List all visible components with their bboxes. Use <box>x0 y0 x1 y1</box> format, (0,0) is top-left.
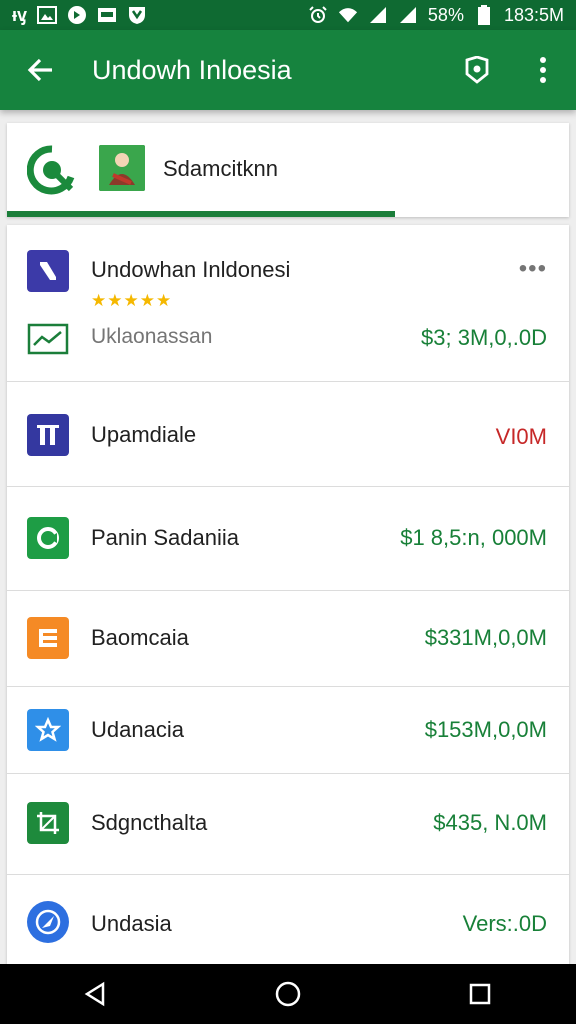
list-item-name: Panin Sadaniia <box>91 525 240 550</box>
pillars-icon <box>27 414 69 456</box>
circle-badge-icon <box>67 6 87 24</box>
app-bar: Undowh Inloesia <box>0 30 576 110</box>
more-options-button[interactable] <box>510 30 576 110</box>
search-header-card[interactable]: Sdamcitknn <box>7 123 569 217</box>
list-item-amount: $1 8,5:n, 000M <box>400 525 547 550</box>
results-list: Undowhan Inldonesi ••• ★★★★★ Uklaonassan… <box>7 225 569 965</box>
list-item[interactable]: Undasia Vers:.0D <box>7 875 569 965</box>
b-bars-icon <box>27 617 69 659</box>
shield-icon <box>127 6 147 24</box>
list-item-name: Baomcaia <box>91 625 189 650</box>
list-item-name: Undowhan Inldonesi <box>91 257 291 282</box>
nav-home-button[interactable] <box>248 964 328 1024</box>
signal-icon <box>368 6 388 24</box>
image-icon <box>37 6 58 24</box>
system-nav-bar <box>0 964 576 1024</box>
signal-icon-2 <box>398 6 418 24</box>
page-title: Undowh Inloesia <box>92 54 292 85</box>
compass-arrow-icon <box>27 901 69 943</box>
brand-n-icon <box>27 250 69 292</box>
battery-percent: 58% <box>427 4 464 25</box>
back-button[interactable] <box>0 30 80 110</box>
status-bar-right: 58% 183:5M <box>308 5 564 26</box>
search-logo-icon <box>26 145 77 195</box>
location-button[interactable] <box>444 30 510 110</box>
list-item-name: Udanacia <box>91 717 184 742</box>
status-bar: ᵻᶌ 58% 183:5M <box>0 0 576 30</box>
list-item[interactable]: Panin Sadaniia $1 8,5:n, 000M <box>7 487 569 591</box>
nav-recents-button[interactable] <box>440 964 520 1024</box>
recents-square-icon <box>469 983 491 1005</box>
list-item-amount: Vers:.0D <box>462 911 547 936</box>
clock: 183:5M <box>503 4 564 25</box>
mail-icon <box>97 6 117 24</box>
trend-chart-icon <box>27 318 69 360</box>
list-item-name: Sdgncthalta <box>91 810 208 835</box>
status-bar-left: ᵻᶌ <box>12 5 147 26</box>
battery-icon <box>474 5 494 25</box>
list-item-amount: $331M,0,0M <box>424 625 547 650</box>
progress-bar <box>7 211 569 217</box>
list-item-name: Upamdiale <box>91 422 197 447</box>
search-title: Sdamcitknn <box>163 156 278 181</box>
map-pin-icon <box>465 56 489 84</box>
list-item-name: Undasia <box>91 911 172 936</box>
list-item[interactable]: Baomcaia $331M,0,0M <box>7 591 569 687</box>
back-arrow-icon <box>27 58 52 82</box>
status-left-text: ᵻᶌ <box>12 4 28 25</box>
more-vert-icon <box>540 57 546 83</box>
nav-back-button[interactable] <box>56 964 136 1024</box>
list-item[interactable]: Sdgncthalta $435, N.0M <box>7 774 569 875</box>
home-circle-icon <box>275 981 301 1007</box>
alarm-icon <box>308 6 328 24</box>
back-triangle-icon <box>84 981 105 1007</box>
list-item-amount: $3; 3M,0,.0D <box>421 325 547 350</box>
thumbnail-image <box>99 145 145 191</box>
list-item[interactable]: Udanacia $153M,0,0M <box>7 687 569 774</box>
more-horiz-button[interactable]: ••• <box>519 255 547 283</box>
ring-icon <box>27 517 69 559</box>
list-item-amount: VI0M <box>495 424 547 449</box>
list-item-featured[interactable]: Undowhan Inldonesi ••• ★★★★★ Uklaonassan… <box>7 225 569 382</box>
progress-fill <box>7 211 395 217</box>
list-item-subtext: Uklaonassan <box>91 325 213 348</box>
star-tag-icon <box>27 709 69 751</box>
wifi-icon <box>338 6 358 24</box>
list-item-amount: $153M,0,0M <box>424 717 547 742</box>
crop-icon <box>27 802 69 844</box>
list-item-amount: $435, N.0M <box>433 810 547 835</box>
rating-stars: ★★★★★ <box>91 291 173 310</box>
list-item[interactable]: Upamdiale VI0M <box>7 382 569 487</box>
